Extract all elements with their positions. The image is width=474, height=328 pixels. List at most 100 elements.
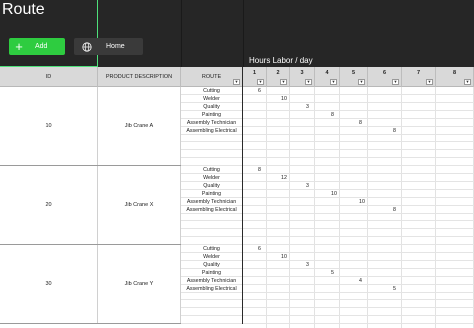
route-row[interactable]: Assembly Technician 8 [181,118,474,127]
route-row[interactable] [181,134,474,143]
product-id-cell[interactable]: 30 [0,245,98,323]
route-row[interactable]: Quality 3 [181,260,474,269]
hours-value[interactable]: 8 [258,166,261,174]
route-name-cell[interactable]: Welder [181,173,243,182]
route-name-cell[interactable]: Quality [181,181,243,190]
hours-value[interactable]: 8 [331,111,334,119]
product-description-cell[interactable]: Jib Crane A [98,87,181,165]
route-row[interactable]: Assembling Electrical 8 [181,205,474,214]
route-name-cell[interactable] [181,134,243,143]
column-header-day-5: 5 ▼ [340,67,368,87]
route-row[interactable] [181,316,474,325]
route-name-cell[interactable]: Welder [181,252,243,261]
add-button[interactable]: + Add [9,38,65,55]
route-row[interactable]: Quality 3 [181,181,474,190]
route-name-cell[interactable]: Cutting [181,166,243,174]
route-row[interactable]: Painting 5 [181,268,474,277]
chevron-down-icon[interactable]: ▼ [257,79,264,85]
route-row[interactable]: Welder 12 [181,173,474,182]
route-row[interactable]: Assembly Technician 4 [181,276,474,285]
hours-value[interactable]: 8 [393,127,396,135]
route-row[interactable]: Painting 10 [181,189,474,198]
chevron-down-icon[interactable]: ▼ [392,79,399,85]
route-row[interactable] [181,213,474,222]
route-name-cell[interactable] [181,300,243,309]
route-name-cell[interactable] [181,142,243,151]
hours-value[interactable]: 6 [258,87,261,95]
route-name-cell[interactable]: Assembly Technician [181,118,243,127]
chevron-down-icon[interactable]: ▼ [464,79,471,85]
column-header-day-6: 6 ▼ [368,67,402,87]
route-name-cell[interactable] [181,213,243,222]
product-description-cell[interactable]: Jib Crane Y [98,245,181,323]
product-group: 10 Jib Crane A Cutting 6 Welder 10 Quality 3 Pai… [0,87,474,167]
route-name-cell[interactable]: Painting [181,268,243,277]
route-name-cell[interactable]: Painting [181,110,243,119]
route-row[interactable]: Assembly Technician 10 [181,197,474,206]
route-row[interactable]: Welder 10 [181,252,474,261]
route-name-cell[interactable]: Painting [181,189,243,198]
hours-value[interactable]: 5 [393,285,396,293]
hours-value[interactable]: 6 [258,245,261,253]
hours-value[interactable]: 8 [393,206,396,214]
route-name-cell[interactable]: Welder [181,94,243,103]
home-button[interactable]: Home [74,38,143,55]
route-name-cell[interactable]: Quality [181,260,243,269]
hours-value[interactable]: 10 [281,95,287,103]
route-name-cell[interactable] [181,292,243,301]
route-name-cell[interactable] [181,221,243,230]
route-row[interactable] [181,150,474,159]
route-name-cell[interactable]: Cutting [181,87,243,95]
route-row[interactable] [181,221,474,230]
chevron-down-icon[interactable]: ▼ [305,79,312,85]
chevron-down-icon[interactable]: ▼ [358,79,365,85]
route-row[interactable] [181,142,474,151]
hours-value[interactable]: 4 [359,277,362,285]
hours-value[interactable]: 8 [359,119,362,127]
route-row[interactable] [181,300,474,309]
route-row[interactable] [181,237,474,246]
route-name-cell[interactable]: Assembly Technician [181,276,243,285]
chevron-down-icon[interactable]: ▼ [280,79,287,85]
route-name-cell[interactable] [181,316,243,325]
product-id-cell[interactable]: 10 [0,87,98,165]
route-name-cell[interactable] [181,308,243,317]
route-name-cell[interactable] [181,150,243,159]
route-row[interactable] [181,292,474,301]
route-name-cell[interactable]: Cutting [181,245,243,253]
route-row[interactable]: Assembling Electrical 8 [181,126,474,135]
route-name-cell[interactable] [181,229,243,238]
hours-value[interactable]: 12 [281,174,287,182]
route-row[interactable] [181,158,474,167]
route-name-cell[interactable] [181,158,243,167]
route-name-cell[interactable]: Assembling Electrical [181,205,243,214]
route-row[interactable]: Assembling Electrical 5 [181,284,474,293]
hours-value[interactable]: 10 [359,198,365,206]
route-name-cell[interactable] [181,237,243,246]
hours-value[interactable]: 10 [281,253,287,261]
route-name-cell[interactable]: Assembly Technician [181,197,243,206]
hours-value[interactable]: 3 [306,182,309,190]
hours-value[interactable]: 3 [306,261,309,269]
product-id-cell[interactable]: 20 [0,166,98,244]
route-name-cell[interactable]: Assembling Electrical [181,126,243,135]
chevron-down-icon[interactable]: ▼ [426,79,433,85]
route-row[interactable] [181,308,474,317]
route-name-cell[interactable]: Quality [181,102,243,111]
product-description-cell[interactable]: Jib Crane X [98,166,181,244]
route-row[interactable]: Cutting 8 [181,166,474,174]
chevron-down-icon[interactable]: ▼ [233,79,240,85]
hours-value[interactable]: 10 [331,190,337,198]
route-row[interactable]: Cutting 6 [181,245,474,253]
hours-value[interactable]: 5 [331,269,334,277]
title-cell[interactable]: Route [0,0,98,67]
route-row[interactable]: Painting 8 [181,110,474,119]
day-number: 7 [416,70,421,76]
route-row[interactable]: Quality 3 [181,102,474,111]
route-row[interactable]: Cutting 6 [181,87,474,95]
route-row[interactable]: Welder 10 [181,94,474,103]
chevron-down-icon[interactable]: ▼ [330,79,337,85]
route-name-cell[interactable]: Assembling Electrical [181,284,243,293]
hours-value[interactable]: 3 [306,103,309,111]
route-row[interactable] [181,229,474,238]
